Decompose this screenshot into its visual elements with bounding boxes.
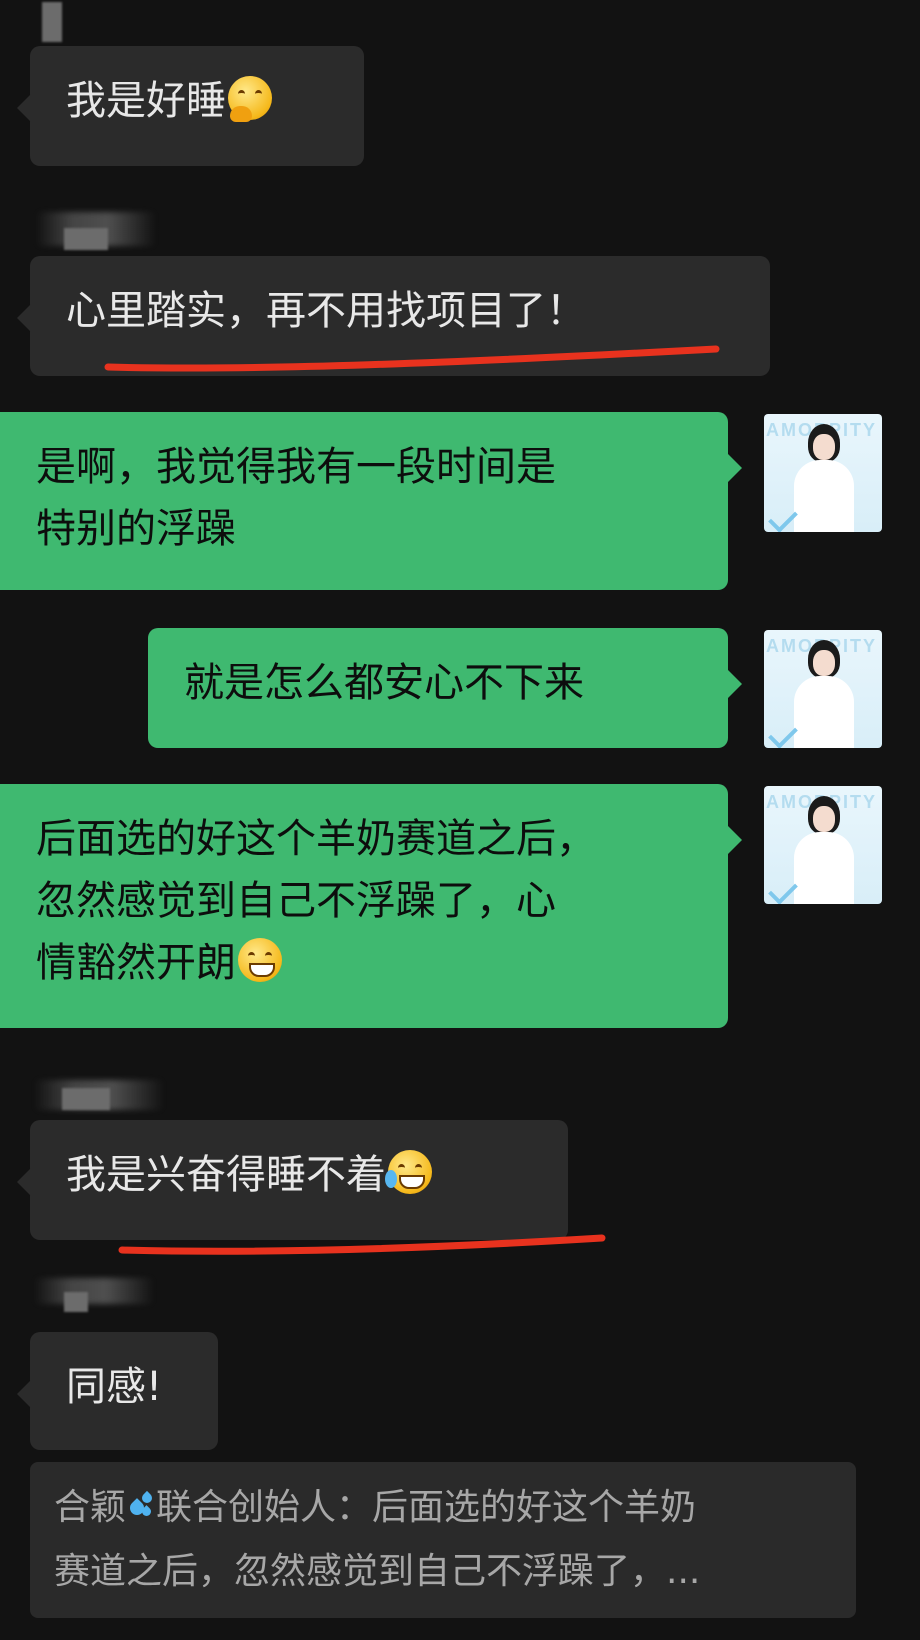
outgoing-message[interactable]: 就是怎么都安心不下来 (148, 628, 742, 748)
sender-name-blurred (34, 1278, 154, 1304)
outgoing-message[interactable]: 后面选的好这个羊奶赛道之后， 忽然感觉到自己不浮躁了，心 情豁然开朗 (0, 784, 742, 1028)
highlight-underline (118, 1234, 606, 1255)
quoted-message[interactable]: 合颖 联合创始人：后面选的好这个羊奶 赛道之后，忽然感觉到自己不浮躁了，... (30, 1462, 856, 1618)
sweat-droplets-icon (126, 1490, 156, 1521)
highlight-underline (104, 345, 720, 372)
sender-name-blurred (62, 1088, 110, 1110)
message-line: 是啊，我觉得我有一段时间是 (36, 444, 556, 490)
quote-text: 联合创始人：后面选的好这个羊奶 (156, 1487, 697, 1528)
message-line: 后面选的好这个羊奶赛道之后， (36, 816, 596, 862)
incoming-message[interactable]: 我是兴奋得睡不着 (17, 1120, 568, 1240)
message-text: 心里踏实，再不用找项目了！ (66, 288, 586, 334)
crying-laughing-emoji-icon (385, 1150, 432, 1194)
user-avatar[interactable]: AMORPITY (764, 630, 882, 748)
quote-text: 赛道之后，忽然感觉到自己不浮躁了，... (54, 1551, 701, 1592)
message-line: 情豁然开朗 (36, 940, 236, 986)
message-text: 就是怎么都安心不下来 (184, 660, 584, 706)
sender-name-blurred (64, 228, 108, 250)
hand-over-mouth-emoji-icon (228, 76, 272, 122)
grinning-emoji-icon (238, 938, 282, 982)
outgoing-message[interactable]: 是啊，我觉得我有一段时间是 特别的浮躁 (0, 412, 742, 590)
message-text: 我是兴奋得睡不着 (66, 1152, 386, 1198)
message-text: 同感! (66, 1364, 163, 1410)
incoming-message[interactable]: 我是好睡 (17, 46, 364, 166)
sender-name-blurred (64, 1292, 88, 1312)
message-line: 忽然感觉到自己不浮躁了，心 (36, 878, 556, 924)
quote-sender: 合颖 (54, 1487, 127, 1528)
message-line: 特别的浮躁 (36, 506, 236, 552)
user-avatar[interactable]: AMORPITY (764, 414, 882, 532)
incoming-message[interactable]: 同感! (17, 1332, 218, 1450)
message-text: 我是好睡 (66, 78, 226, 124)
sender-name-blurred (42, 2, 62, 42)
user-avatar[interactable]: AMORPITY (764, 786, 882, 904)
